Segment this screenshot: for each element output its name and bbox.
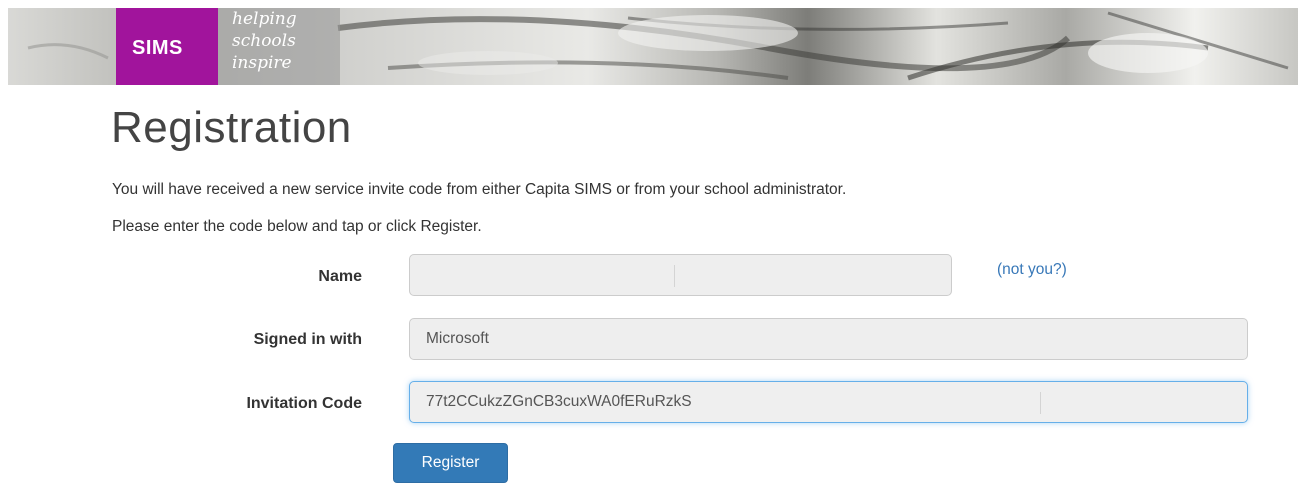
not-you-link[interactable]: (not you?): [997, 261, 1067, 279]
invitation-code-input[interactable]: 77t2CCukzZGnCB3cuxWA0fERuRzkS: [409, 381, 1248, 423]
intro-text-1: You will have received a new service inv…: [112, 181, 847, 198]
name-field-divider: [674, 265, 675, 287]
tagline-line-3: inspire: [232, 53, 292, 73]
signed-in-value: Microsoft: [426, 330, 489, 347]
invitation-code-label: Invitation Code: [246, 395, 362, 412]
invitation-code-value: 77t2CCukzZGnCB3cuxWA0fERuRzkS: [426, 393, 692, 410]
tagline: helping schools inspire: [218, 8, 340, 85]
invitation-field-divider: [1040, 392, 1041, 414]
sims-logo-text: SIMS: [132, 37, 183, 59]
tagline-line-1: helping: [232, 9, 297, 29]
header-banner: SIMS helping schools inspire: [8, 8, 1298, 85]
signed-in-field: Microsoft: [409, 318, 1248, 360]
intro-text-2: Please enter the code below and tap or c…: [112, 218, 482, 235]
sims-logo[interactable]: SIMS: [116, 8, 218, 85]
tagline-line-2: schools: [232, 31, 296, 51]
name-label: Name: [318, 268, 362, 285]
register-button[interactable]: Register: [393, 443, 508, 483]
page-title: Registration: [111, 103, 352, 152]
signed-in-label: Signed in with: [253, 331, 362, 348]
name-field[interactable]: [409, 254, 952, 296]
